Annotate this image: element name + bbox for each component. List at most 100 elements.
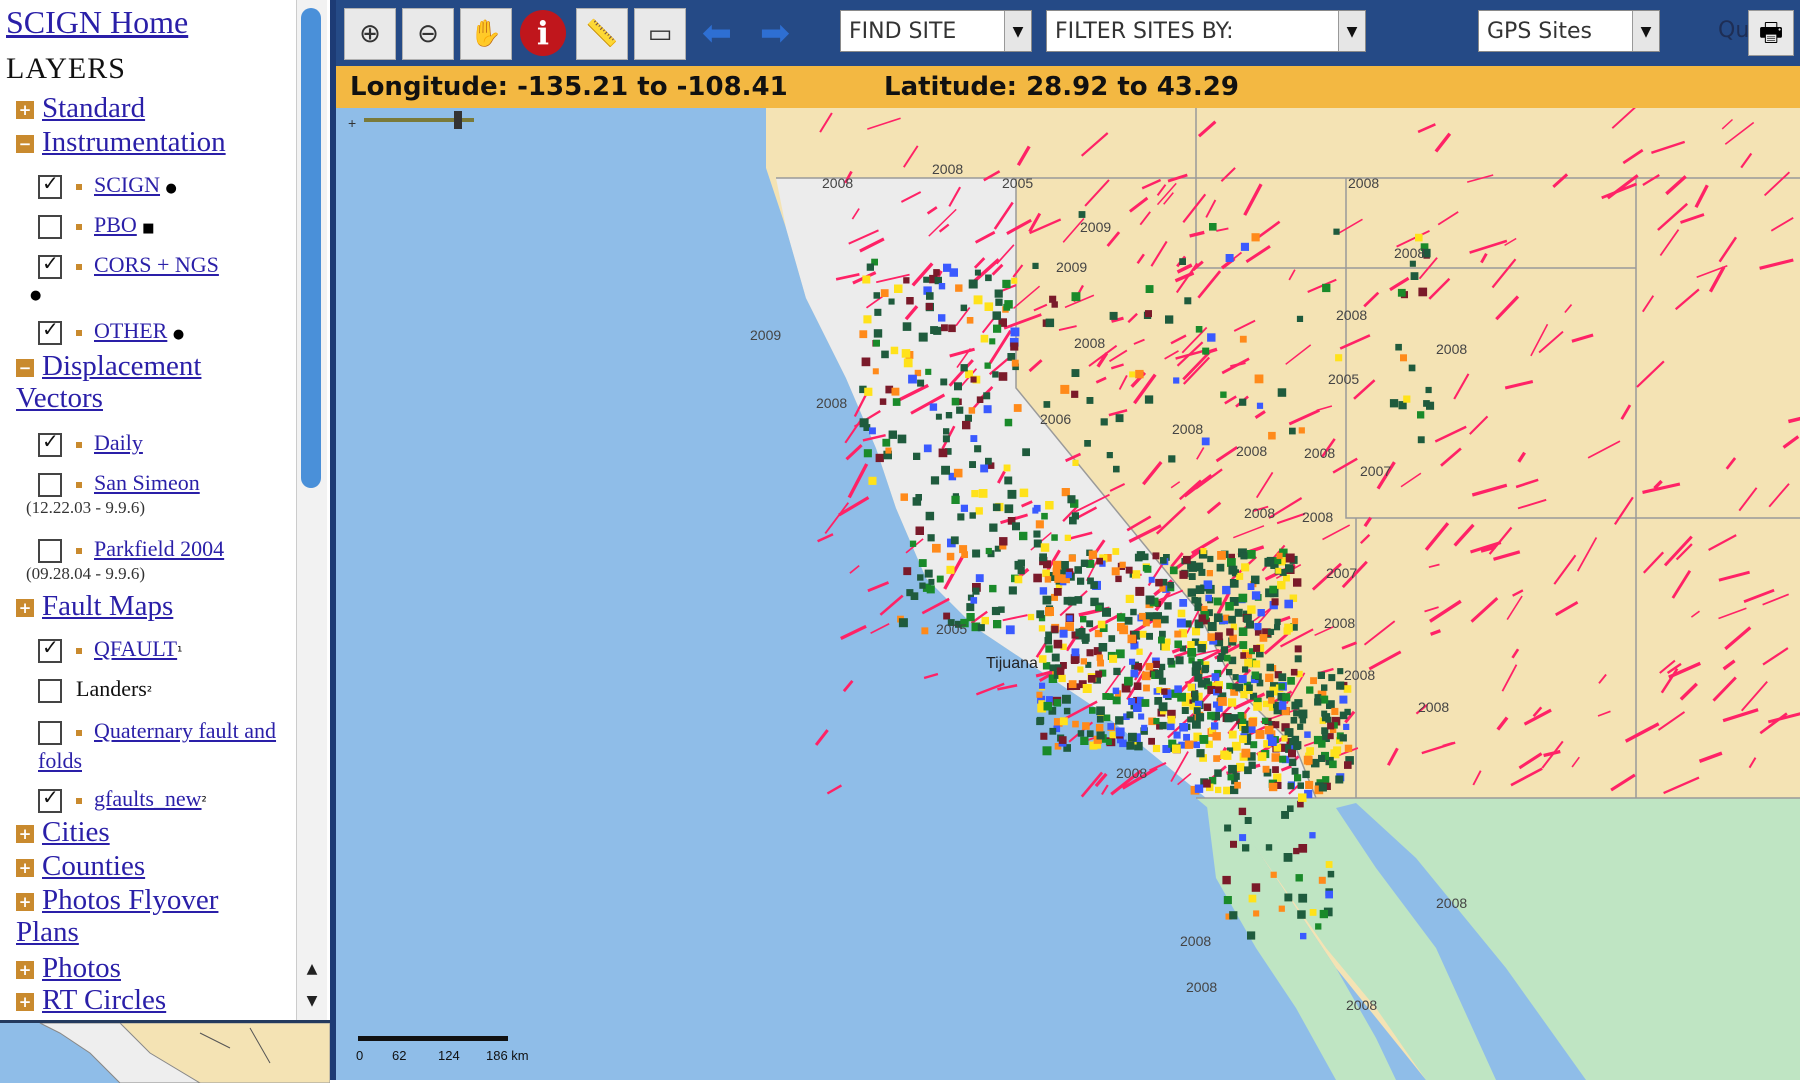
gps-site-marker xyxy=(1012,522,1020,531)
layer-group-label[interactable]: Photos Flyover Plans xyxy=(16,884,218,948)
layer-checkbox[interactable] xyxy=(38,785,62,813)
collapse-icon[interactable]: − xyxy=(16,135,34,154)
expand-icon[interactable]: + xyxy=(16,961,34,980)
expand-icon[interactable]: + xyxy=(16,101,34,120)
layer-link[interactable]: Daily xyxy=(94,430,143,455)
layer-link[interactable]: PBO xyxy=(94,212,137,237)
layer-group-photos-flyover-plans[interactable]: + Photos Flyover Plans xyxy=(16,884,286,948)
layer-item-pbo[interactable]: PBO ■ xyxy=(38,212,155,239)
layer-checkbox[interactable] xyxy=(38,171,62,199)
layer-item-qfault[interactable]: QFAULT¹ xyxy=(38,635,182,663)
map-canvas[interactable]: 2008 2008 2005 2009 2008 2008 2009 2009 2008 2008… xyxy=(336,108,1800,1080)
collapse-icon[interactable]: − xyxy=(16,359,34,378)
layer-item-other[interactable]: OTHER ● xyxy=(38,317,184,345)
layer-group-rt-circles[interactable]: + RT Circles xyxy=(16,984,166,1017)
gps-site-marker xyxy=(1109,311,1118,320)
layer-link[interactable]: OTHER xyxy=(94,318,167,343)
gps-site-marker xyxy=(1129,658,1136,665)
zoom-out-button[interactable]: ⊖ xyxy=(402,8,454,60)
layer-group-label[interactable]: Cities xyxy=(42,816,110,848)
expand-icon[interactable]: + xyxy=(16,599,34,618)
layer-link[interactable]: Parkfield 2004 xyxy=(94,536,224,561)
gps-site-marker xyxy=(1036,691,1043,698)
layer-item-daily[interactable]: Daily xyxy=(38,429,143,457)
info-button[interactable]: i xyxy=(518,8,568,58)
layer-checkbox[interactable] xyxy=(38,429,62,457)
layer-link[interactable]: CORS + NGS xyxy=(94,252,219,277)
gps-site-marker xyxy=(1134,553,1143,562)
site-year-label: 2008 xyxy=(1304,445,1335,461)
gps-site-marker xyxy=(968,279,978,289)
layer-checkbox[interactable] xyxy=(38,472,62,497)
gps-site-marker xyxy=(975,507,983,515)
find-site-select[interactable]: FIND SITE ▼ xyxy=(840,10,1032,52)
layer-checkbox[interactable] xyxy=(38,720,62,745)
layer-item-cors-ngs[interactable]: CORS + NGS xyxy=(38,251,219,279)
print-button[interactable]: 🖶 xyxy=(1748,10,1794,56)
gps-site-marker xyxy=(1042,746,1052,756)
layer-group-label[interactable]: Photos xyxy=(42,952,121,984)
layer-group-label[interactable]: Counties xyxy=(42,850,145,882)
layer-link[interactable]: Quaternary fault and folds xyxy=(38,718,276,773)
bullet-icon xyxy=(76,441,82,448)
layer-group-displacement-vectors[interactable]: − Displacement Vectors xyxy=(16,350,286,414)
zoom-in-button[interactable]: ⊕ xyxy=(344,8,396,60)
layer-checkbox[interactable] xyxy=(38,317,62,345)
gps-site-marker xyxy=(1177,692,1186,702)
sidebar-scrollbar[interactable]: ▲ ▼ xyxy=(296,0,327,1020)
layer-item-parkfield-2004[interactable]: Parkfield 2004 xyxy=(38,536,224,563)
layer-group-cities[interactable]: + Cities xyxy=(16,816,110,849)
gps-site-marker xyxy=(1019,531,1028,541)
home-link[interactable]: SCIGN Home xyxy=(6,4,188,41)
layer-checkbox[interactable] xyxy=(38,538,62,563)
gps-site-marker xyxy=(1228,565,1238,575)
layer-group-counties[interactable]: + Counties xyxy=(16,850,145,883)
gps-site-marker xyxy=(1107,723,1115,730)
measure-button[interactable]: 📏 xyxy=(576,8,628,60)
chevron-down-icon[interactable]: ▼ xyxy=(1338,11,1365,51)
layer-link[interactable]: gfaults_new xyxy=(94,786,202,811)
overview-map[interactable] xyxy=(0,1020,330,1083)
layer-checkbox[interactable] xyxy=(38,214,62,239)
scrollbar-thumb[interactable] xyxy=(301,8,321,488)
layer-item-landers[interactable]: Landers² xyxy=(38,676,152,703)
layer-group-photos[interactable]: + Photos xyxy=(16,952,121,985)
layer-link[interactable]: SCIGN xyxy=(94,172,160,197)
layer-checkbox[interactable] xyxy=(38,678,62,703)
layer-item-quaternary[interactable]: Quaternary fault and folds xyxy=(38,716,288,776)
gps-site-marker xyxy=(1343,723,1350,730)
layer-group-instrumentation[interactable]: − Instrumentation xyxy=(16,126,226,159)
select-button[interactable]: ▭ xyxy=(634,8,686,60)
expand-icon[interactable]: + xyxy=(16,825,34,844)
layer-group-label[interactable]: Displacement Vectors xyxy=(16,350,201,414)
filter-sites-select[interactable]: FILTER SITES BY: ▼ xyxy=(1046,10,1366,52)
chevron-down-icon[interactable]: ▼ xyxy=(1632,11,1659,51)
query-select[interactable]: GPS Sites ▼ xyxy=(1478,10,1660,52)
layer-group-label[interactable]: Fault Maps xyxy=(42,590,173,622)
layer-group-label[interactable]: RT Circles xyxy=(42,984,166,1016)
scroll-down-icon[interactable]: ▼ xyxy=(303,992,321,1010)
chevron-down-icon[interactable]: ▼ xyxy=(1004,11,1031,51)
scroll-up-icon[interactable]: ▲ xyxy=(303,960,321,978)
layer-item-san-simeon[interactable]: San Simeon xyxy=(38,470,200,497)
layer-group-fault-maps[interactable]: + Fault Maps xyxy=(16,590,173,623)
expand-icon[interactable]: + xyxy=(16,893,34,912)
gps-site-marker xyxy=(1011,359,1019,367)
layer-group-standard[interactable]: + Standard xyxy=(16,92,145,125)
layer-checkbox[interactable] xyxy=(38,251,62,279)
forward-button[interactable]: ➡ xyxy=(750,8,800,58)
layer-group-label[interactable]: Instrumentation xyxy=(42,126,226,158)
gps-site-marker xyxy=(1078,211,1086,218)
svg-text:+: + xyxy=(348,115,356,131)
layer-checkbox[interactable] xyxy=(38,635,62,663)
layer-item-scign[interactable]: SCIGN ● xyxy=(38,171,177,199)
gps-site-marker xyxy=(923,444,932,453)
layer-link[interactable]: San Simeon xyxy=(94,470,200,495)
layer-group-label[interactable]: Standard xyxy=(42,92,145,124)
expand-icon[interactable]: + xyxy=(16,993,34,1012)
back-button[interactable]: ⬅ xyxy=(692,8,742,58)
pan-button[interactable]: ✋ xyxy=(460,8,512,60)
layer-item-gfaults-new[interactable]: gfaults_new² xyxy=(38,785,207,813)
expand-icon[interactable]: + xyxy=(16,859,34,878)
layer-link[interactable]: QFAULT xyxy=(94,636,177,661)
